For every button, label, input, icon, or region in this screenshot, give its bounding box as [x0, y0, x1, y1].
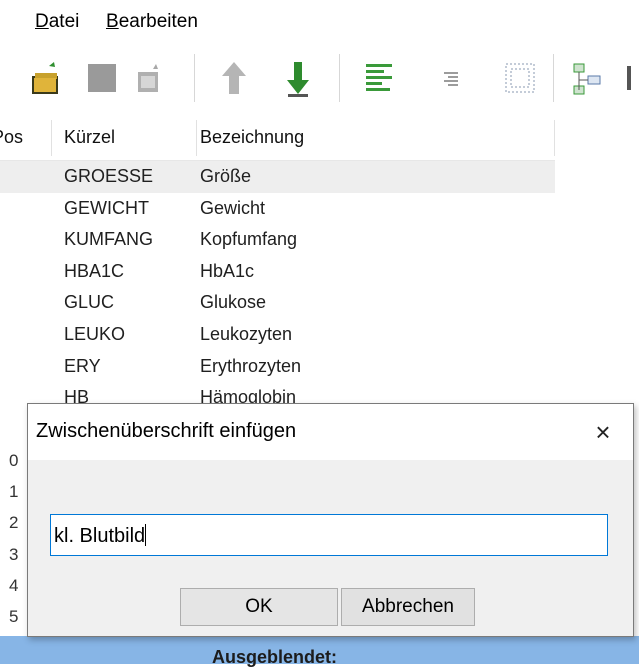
toolbar [0, 40, 639, 116]
column-divider [196, 120, 197, 156]
cell-kuerzel: LEUKO [64, 323, 126, 344]
cell-kuerzel: GEWICHT [64, 197, 149, 218]
document-sparkle-icon[interactable] [128, 56, 172, 100]
hidden-section-label: Ausgeblendet: [212, 647, 338, 667]
cell-kuerzel: ERY [64, 355, 101, 376]
cell-kuerzel: GROESSE [64, 166, 154, 186]
col-kuerzel[interactable]: Kürzel [64, 127, 115, 148]
table-row[interactable]: GROESSE Größe [0, 161, 555, 193]
row-number: 4 [9, 576, 19, 595]
cell-bezeichnung: Glukose [200, 292, 267, 313]
table-row[interactable]: GLUC Glukose [0, 287, 555, 319]
row-number: 0 [9, 451, 19, 470]
cell-bezeichnung: Erythrozyten [200, 355, 302, 376]
menu-bearbeiten[interactable]: Bearbeiten [106, 11, 198, 33]
cell-bezeichnung: Kopfumfang [200, 229, 298, 250]
toolbar-separator [194, 54, 195, 102]
toolbar-separator [553, 54, 554, 102]
align-right-icon[interactable] [430, 56, 474, 100]
cell-bezeichnung: Größe [200, 166, 252, 186]
column-divider [554, 120, 555, 156]
table-header: Pos Kürzel Bezeichnung [0, 116, 555, 161]
insert-subheading-dialog: Zwischenüberschrift einfügen × kl. Blutb… [27, 403, 634, 637]
subheading-input[interactable]: kl. Blutbild [50, 514, 608, 556]
toolbar-separator [339, 54, 340, 102]
table-row[interactable]: ERY Erythrozyten [0, 351, 555, 383]
input-text: kl. Blutbild [54, 525, 146, 547]
table-row[interactable]: GEWICHT Gewicht [0, 193, 555, 225]
row-number: 5 [9, 607, 19, 626]
col-pos[interactable]: Pos [0, 127, 40, 148]
dialog-title: Zwischenüberschrift einfügen [36, 420, 297, 442]
text-caret [145, 524, 147, 546]
row-number: 3 [9, 545, 19, 564]
entries-table: Pos Kürzel Bezeichnung GROESSE Größe GEW… [0, 116, 555, 414]
cell-kuerzel: GLUC [64, 292, 115, 313]
cell-bezeichnung: Gewicht [200, 197, 266, 218]
align-left-icon[interactable] [358, 56, 402, 100]
menu-datei[interactable]: Datei [35, 11, 79, 33]
cell-bezeichnung: Leukozyten [200, 323, 293, 344]
blank-gray-icon[interactable] [80, 56, 124, 100]
table-row[interactable]: LEUKO Leukozyten [0, 319, 555, 351]
tree-insert-icon[interactable] [566, 56, 610, 100]
cell-bezeichnung: HbA1c [200, 260, 255, 281]
cancel-button[interactable]: Abbrechen [341, 588, 475, 626]
grid-dots-icon[interactable] [498, 56, 542, 100]
table-row[interactable]: HBA1C HbA1c [0, 256, 555, 288]
table-row[interactable]: KUMFANG Kopfumfang [0, 224, 555, 256]
col-bezeichnung[interactable]: Bezeichnung [200, 127, 304, 148]
column-divider [51, 120, 52, 156]
folder-open-icon[interactable] [26, 56, 70, 100]
move-down-icon[interactable] [276, 56, 320, 100]
row-number: 2 [9, 513, 19, 532]
cell-kuerzel: HBA1C [64, 260, 125, 281]
menu-bar: Datei Bearbeiten [0, 0, 639, 40]
close-icon[interactable]: × [587, 416, 619, 448]
row-number: 1 [9, 482, 19, 501]
ok-button[interactable]: OK [180, 588, 338, 626]
move-up-disabled-icon[interactable] [212, 56, 256, 100]
partial-toolbar-icon[interactable] [622, 56, 639, 100]
cell-kuerzel: KUMFANG [64, 229, 154, 250]
dialog-title-bar[interactable]: Zwischenüberschrift einfügen × [28, 404, 633, 460]
